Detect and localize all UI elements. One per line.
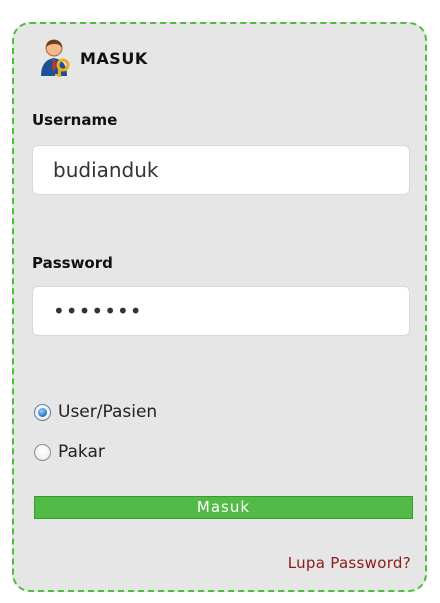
radio-label-pakar: Pakar <box>58 442 105 462</box>
login-header: MASUK <box>38 38 148 78</box>
login-panel: MASUK Username Password User/Pasien Paka… <box>12 22 427 592</box>
radio-button-checked[interactable] <box>34 403 51 421</box>
password-input[interactable] <box>32 286 410 336</box>
user-key-icon <box>41 39 70 77</box>
username-input[interactable] <box>32 145 410 195</box>
username-label: Username <box>32 111 118 129</box>
radio-button-unchecked[interactable] <box>34 443 51 461</box>
masuk-button[interactable]: Masuk <box>34 496 413 519</box>
login-title: MASUK <box>80 48 148 68</box>
forgot-password-link[interactable]: Lupa Password? <box>288 554 411 572</box>
radio-label-user-pasien: User/Pasien <box>58 402 158 422</box>
password-label: Password <box>32 254 113 272</box>
radio-user-pasien[interactable]: User/Pasien <box>34 402 157 422</box>
radio-pakar[interactable]: Pakar <box>34 442 105 462</box>
